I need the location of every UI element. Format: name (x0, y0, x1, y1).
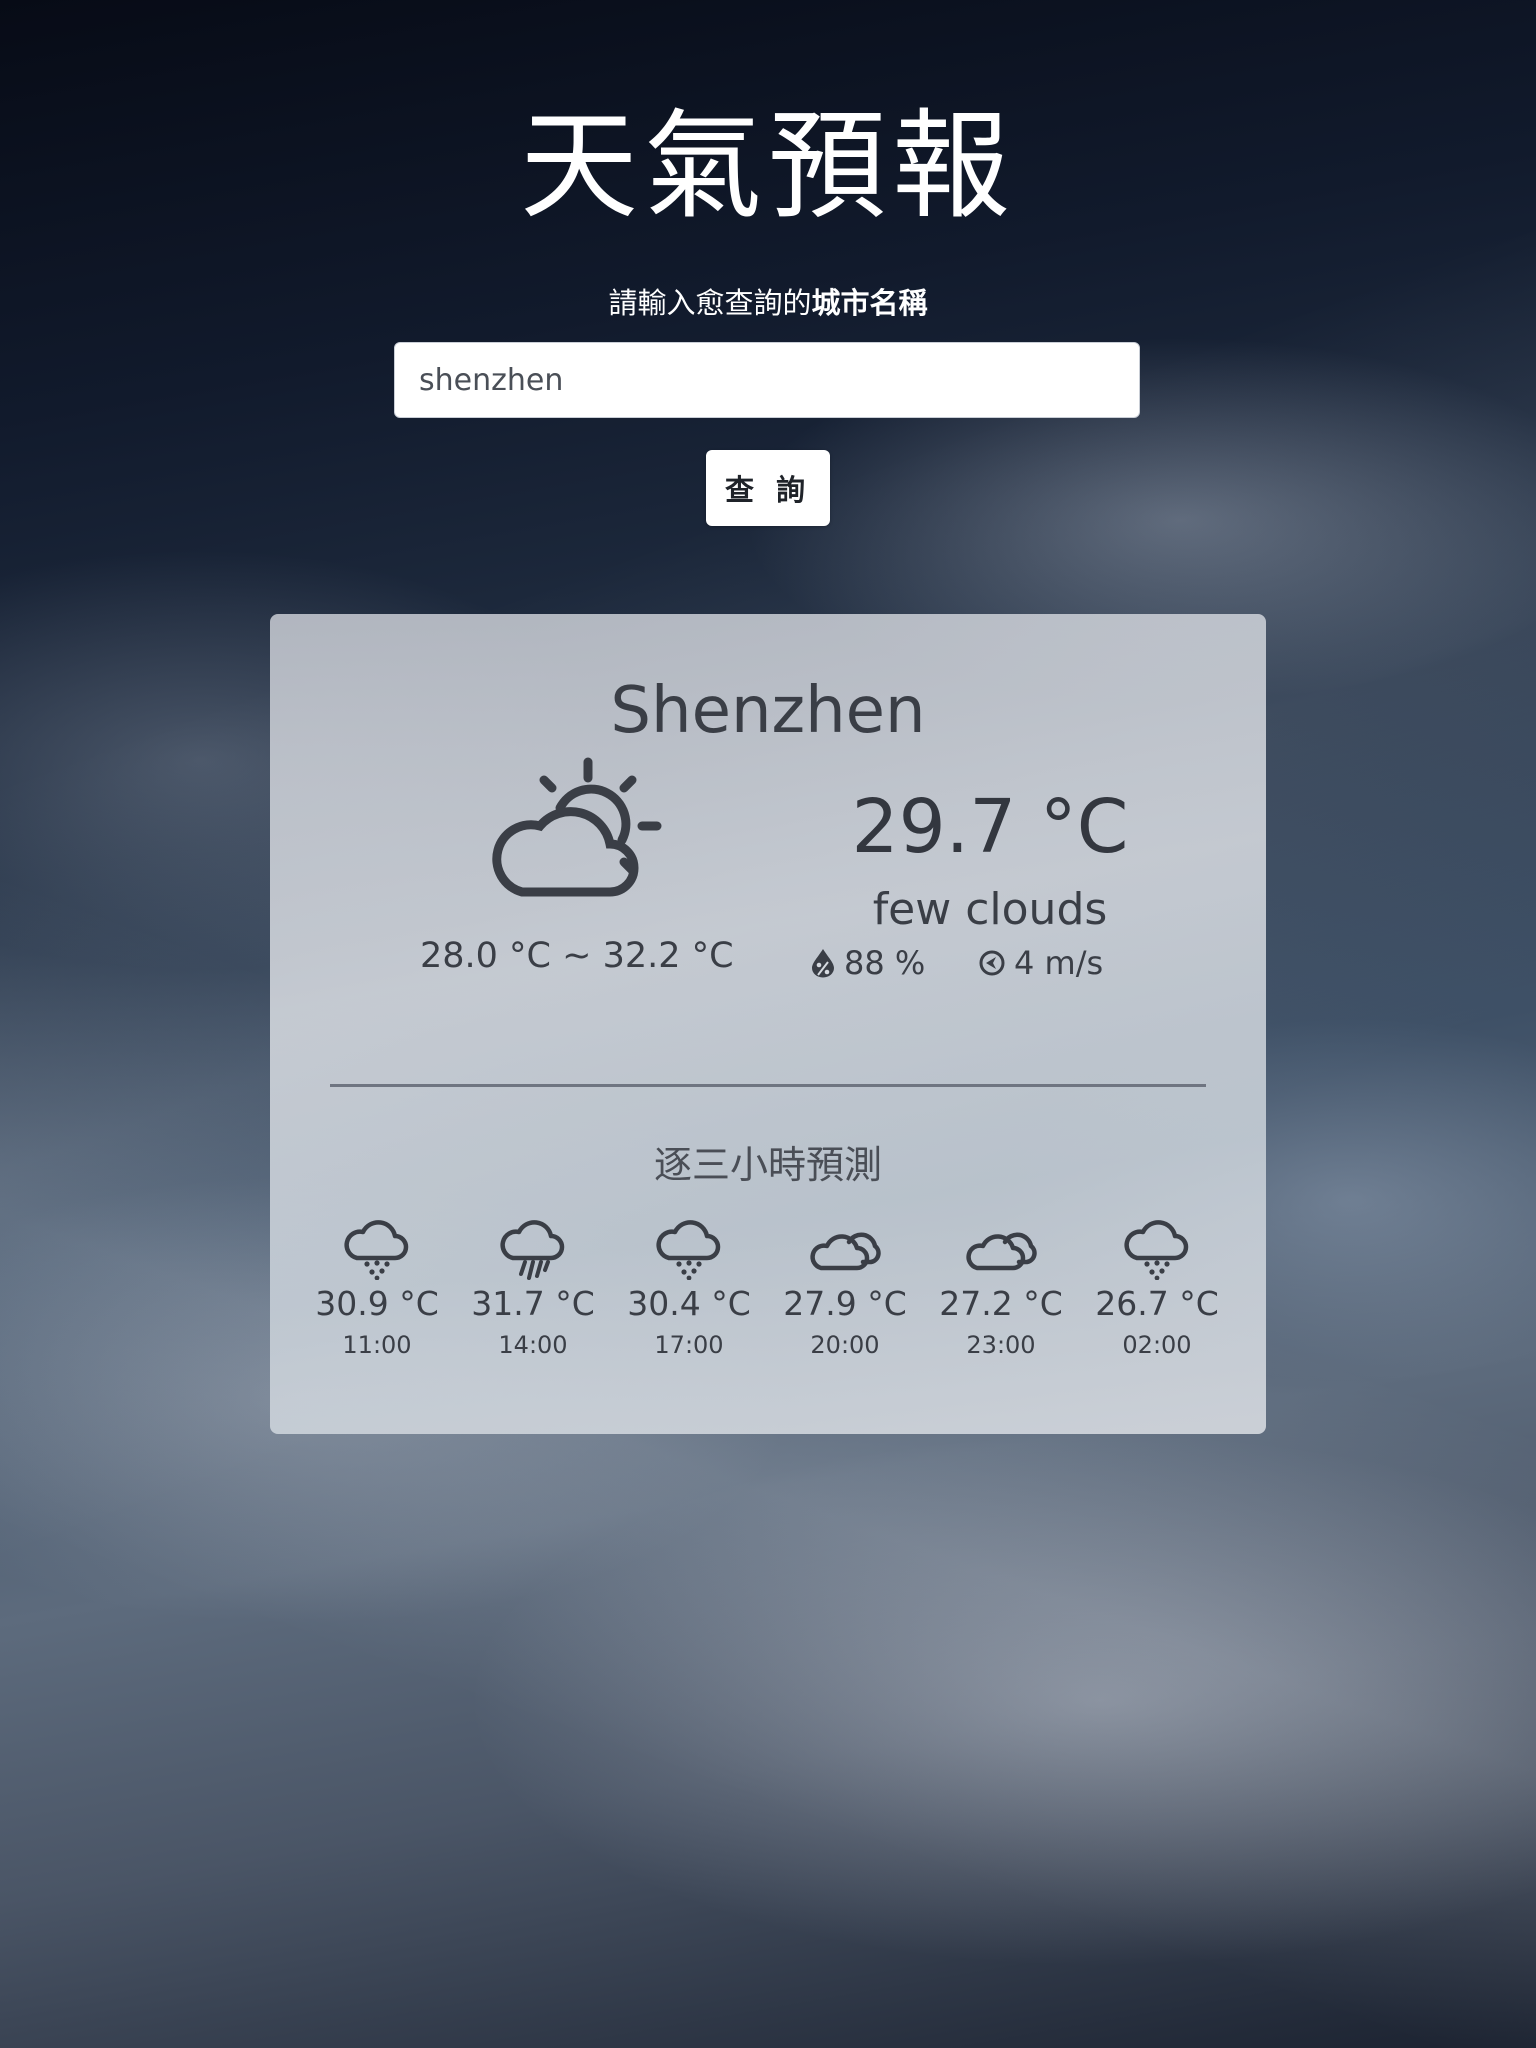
forecast-item: 31.7 °C 14:00 (458, 1220, 608, 1359)
forecast-time: 14:00 (498, 1331, 568, 1359)
forecast-item: 30.4 °C 17:00 (614, 1220, 764, 1359)
forecast-item: 27.9 °C 20:00 (770, 1220, 920, 1359)
search-prompt-emphasis: 城市名稱 (811, 286, 928, 320)
forecast-list: 30.9 °C 11:00 31.7 °C 14:00 30.4 °C 17:0… (302, 1220, 1232, 1359)
rain-showers-icon (656, 1220, 721, 1280)
forecast-temperature: 31.7 °C (471, 1284, 595, 1323)
forecast-item: 26.7 °C 02:00 (1082, 1220, 1232, 1359)
current-temperature: 29.7 °C (851, 784, 1129, 870)
forecast-temperature: 26.7 °C (1095, 1284, 1219, 1323)
forecast-time: 20:00 (810, 1331, 880, 1359)
city-search-input[interactable] (394, 342, 1140, 418)
rain-showers-icon (344, 1220, 409, 1280)
forecast-item: 27.2 °C 23:00 (926, 1220, 1076, 1359)
forecast-time: 23:00 (966, 1331, 1036, 1359)
heavy-rain-icon (500, 1220, 565, 1280)
forecast-title: 逐三小時預測 (653, 1143, 882, 1187)
search-prompt: 請輸入愈查詢的城市名稱 (0, 280, 1536, 322)
partly-cloudy-day-icon (492, 757, 662, 897)
app-title: 天氣預報 (519, 97, 1016, 235)
forecast-time: 17:00 (654, 1331, 724, 1359)
cloudy-icon (810, 1232, 881, 1271)
wind-value: 4 m/s (1014, 944, 1104, 982)
city-name: Shenzhen (610, 674, 926, 748)
search-prompt-text: 請輸入愈查詢的 (608, 286, 812, 320)
humidity-value: 88 % (844, 944, 926, 982)
forecast-temperature: 30.9 °C (315, 1284, 439, 1323)
forecast-item: 30.9 °C 11:00 (302, 1220, 452, 1359)
humidity: 88 % (810, 944, 925, 982)
rain-showers-icon (1124, 1220, 1189, 1280)
forecast-temperature: 27.9 °C (783, 1284, 907, 1323)
temperature-range: 28.0 °C ~ 32.2 °C (420, 936, 734, 976)
forecast-time: 02:00 (1122, 1331, 1192, 1359)
query-button[interactable]: 查 詢 (706, 450, 830, 526)
weather-condition: few clouds (872, 884, 1108, 935)
cloudy-icon (966, 1232, 1037, 1271)
humidity-drop-icon (812, 949, 834, 978)
forecast-time: 11:00 (342, 1331, 412, 1359)
wind: 4 m/s (978, 944, 1103, 982)
forecast-temperature: 30.4 °C (627, 1284, 751, 1323)
weather-card: Shenzhen 28.0 °C ~ 32.2 °C 29.7 °C few c… (270, 614, 1266, 1434)
card-divider (330, 1084, 1206, 1087)
forecast-temperature: 27.2 °C (939, 1284, 1063, 1323)
wind-direction-icon (979, 950, 1005, 976)
